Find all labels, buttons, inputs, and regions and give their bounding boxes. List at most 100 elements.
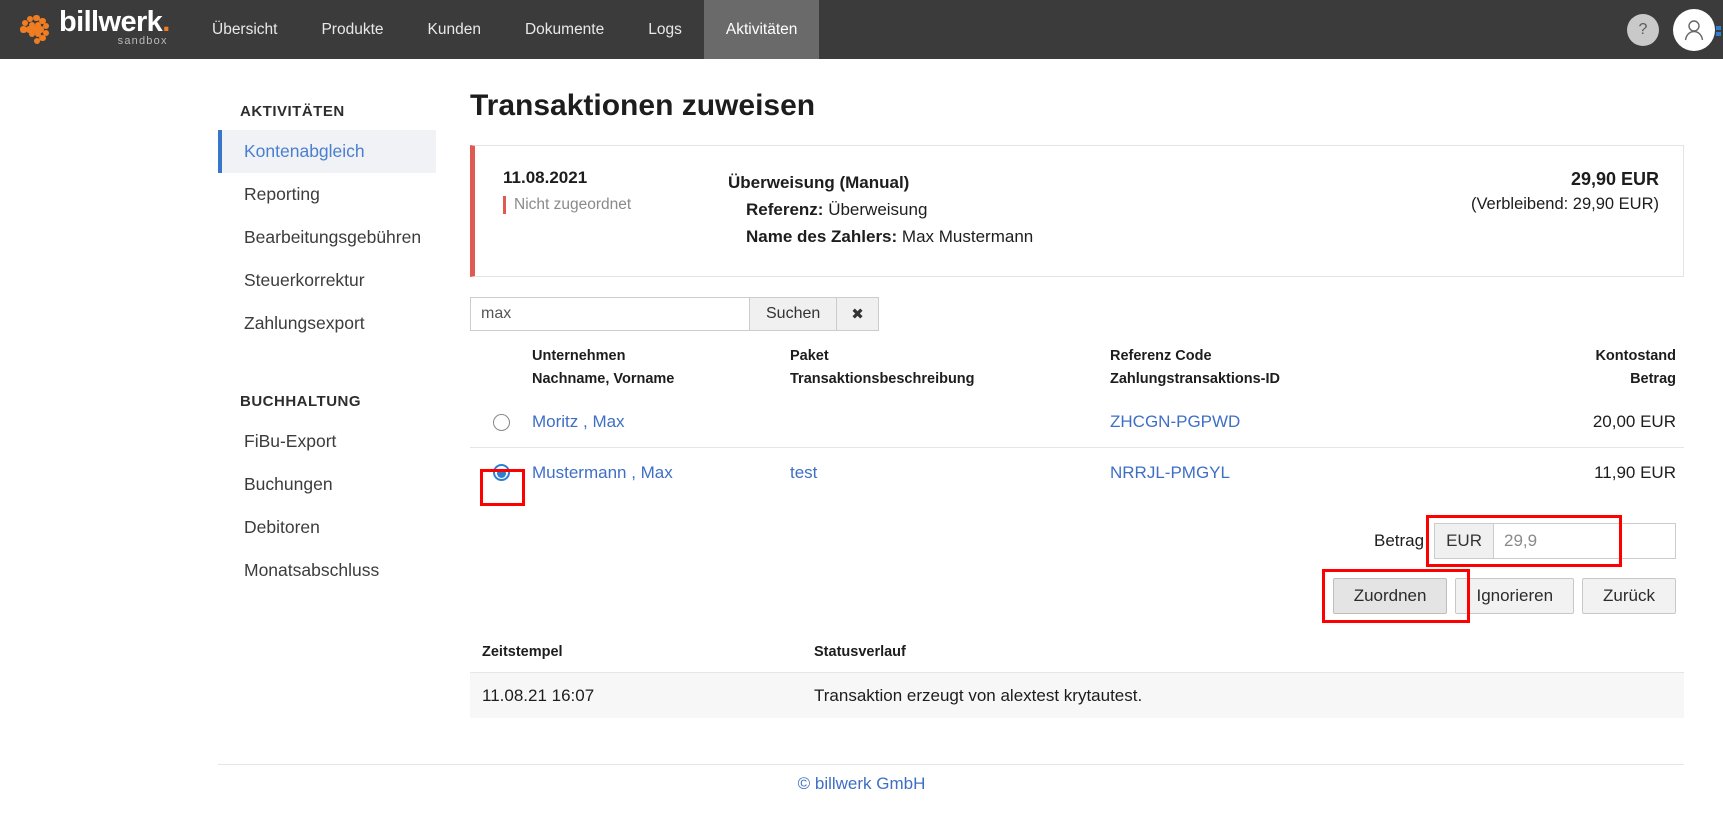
amount-label: Betrag <box>1374 531 1425 550</box>
table-row[interactable]: Mustermann , Max test NRRJL-PMGYL 11,90 … <box>470 447 1684 506</box>
page-body: AKTIVITÄTEN Kontenabgleich Reporting Bea… <box>0 59 1723 822</box>
nav-item-uebersicht[interactable]: Übersicht <box>190 0 299 59</box>
sidebar-item-fibu-export[interactable]: FiBu-Export <box>218 420 436 463</box>
nav-item-logs[interactable]: Logs <box>626 0 704 59</box>
sidebar-item-reporting[interactable]: Reporting <box>218 173 436 216</box>
nav-item-produkte[interactable]: Produkte <box>299 0 405 59</box>
transaction-reference-label: Referenz: <box>746 200 824 219</box>
reference-code-link[interactable]: NRRJL-PMGYL <box>1110 463 1230 482</box>
row-amount-cell: 11,90 EUR <box>1465 463 1684 483</box>
header-reference-column: Referenz Code Zahlungstransaktions-ID <box>1110 345 1465 391</box>
header-company: Unternehmen <box>532 348 626 364</box>
table-row[interactable]: Moritz , Max ZHCGN-PGPWD 20,00 EUR <box>470 397 1684 447</box>
back-button[interactable]: Zurück <box>1582 578 1676 614</box>
nav-right-controls: ? <box>1627 0 1723 59</box>
sidebar-item-monatsabschluss[interactable]: Monatsabschluss <box>218 549 436 592</box>
transaction-details-block: Überweisung (Manual) Referenz: Überweisu… <box>728 168 1471 252</box>
header-amount: Betrag <box>1630 371 1676 387</box>
row-select-cell <box>470 413 532 431</box>
amount-input-row: Betrag EUR <box>470 515 1684 567</box>
transaction-payer-label: Name des Zahlers: <box>746 227 898 246</box>
history-row: 11.08.21 16:07 Transaktion erzeugt von a… <box>470 672 1684 718</box>
transaction-amount-block: 29,90 EUR (Verbleibend: 29,90 EUR) <box>1471 168 1659 252</box>
row-refcode-cell: ZHCGN-PGPWD <box>1110 412 1465 432</box>
action-buttons: Zuordnen Ignorieren Zurück <box>470 569 1684 623</box>
top-navigation-bar: billwerk. sandbox Übersicht Produkte Kun… <box>0 0 1723 59</box>
clear-search-icon[interactable]: ✖ <box>837 297 879 331</box>
footer: © billwerk GmbH <box>0 774 1723 794</box>
main-content: Transaktionen zuweisen 11.08.2021 Nicht … <box>470 59 1684 718</box>
row-refcode-cell: NRRJL-PMGYL <box>1110 463 1465 483</box>
row-amount-cell: 20,00 EUR <box>1465 412 1684 432</box>
ignore-button[interactable]: Ignorieren <box>1455 578 1575 614</box>
search-input[interactable] <box>470 297 750 331</box>
header-payment-tx-id: Zahlungstransaktions-ID <box>1110 371 1280 387</box>
sidebar-item-kontenabgleich[interactable]: Kontenabgleich <box>218 130 436 173</box>
results-table-header: Unternehmen Nachname, Vorname Paket Tran… <box>470 345 1684 397</box>
search-button[interactable]: Suchen <box>750 297 838 331</box>
search-bar: Suchen ✖ <box>470 297 1684 331</box>
sidebar-item-buchungen[interactable]: Buchungen <box>218 463 436 506</box>
row-name-cell: Mustermann , Max <box>532 463 790 483</box>
row-name-cell: Moritz , Max <box>532 412 790 432</box>
nav-item-aktivitaeten[interactable]: Aktivitäten <box>703 0 820 59</box>
transaction-status-badge: Nicht zugeordnet <box>503 196 631 214</box>
transaction-date: 11.08.2021 <box>503 168 588 187</box>
transaction-type: Überweisung (Manual) <box>728 173 910 192</box>
header-balance: Kontostand <box>1595 348 1676 364</box>
customer-link[interactable]: Mustermann , Max <box>532 463 673 482</box>
header-select-column <box>470 345 532 391</box>
main-nav-links: Übersicht Produkte Kunden Dokumente Logs… <box>190 0 820 59</box>
row-radio-moritz[interactable] <box>492 413 510 431</box>
billwerk-dots-icon <box>18 13 52 47</box>
page-title: Transaktionen zuweisen <box>470 89 816 122</box>
assign-button[interactable]: Zuordnen <box>1332 578 1448 614</box>
transaction-reference-value: Überweisung <box>828 200 928 219</box>
package-link[interactable]: test <box>790 463 817 482</box>
brand-logo[interactable]: billwerk. sandbox <box>0 0 190 59</box>
header-name: Nachname, Vorname <box>532 371 675 387</box>
sidebar-group-title-buchhaltung: BUCHHALTUNG <box>240 393 362 410</box>
row-package-cell: test <box>790 463 1110 483</box>
customer-link[interactable]: Moritz , Max <box>532 412 625 431</box>
amount-input[interactable] <box>1493 523 1676 559</box>
currency-addon: EUR <box>1434 523 1493 559</box>
results-table: Unternehmen Nachname, Vorname Paket Tran… <box>470 345 1684 506</box>
nav-item-kunden[interactable]: Kunden <box>406 0 503 59</box>
sidebar-item-debitoren[interactable]: Debitoren <box>218 506 436 549</box>
transaction-date-block: 11.08.2021 Nicht zugeordnet <box>503 168 728 252</box>
transaction-amount: 29,90 EUR <box>1570 169 1659 189</box>
header-amount-column: Kontostand Betrag <box>1465 345 1684 391</box>
sidebar-item-bearbeitungsgebuehren[interactable]: Bearbeitungsgebühren <box>218 216 436 259</box>
history-timestamp: 11.08.21 16:07 <box>482 685 595 705</box>
row-select-cell <box>470 464 532 506</box>
footer-copyright-link[interactable]: © billwerk GmbH <box>798 774 926 793</box>
sidebar-group-title-aktivitaeten: AKTIVITÄTEN <box>240 103 345 120</box>
help-icon[interactable]: ? <box>1627 13 1659 46</box>
sidebar-item-zahlungsexport[interactable]: Zahlungsexport <box>218 302 436 345</box>
row-amount: 20,00 EUR <box>1592 412 1676 431</box>
transaction-payer-value: Max Mustermann <box>901 227 1034 246</box>
status-history-table: Zeitstempel Statusverlauf 11.08.21 16:07… <box>470 644 1684 718</box>
header-package-description: Paket Transaktionsbeschreibung <box>790 345 1110 391</box>
reference-code-link[interactable]: ZHCGN-PGPWD <box>1110 412 1240 431</box>
edge-indicator-icon <box>1715 26 1721 40</box>
history-header-status: Statusverlauf <box>814 644 906 660</box>
history-status-text: Transaktion erzeugt von alextest krytaut… <box>814 685 1143 705</box>
transaction-remaining-amount: (Verbleibend: 29,90 EUR) <box>1470 195 1659 213</box>
avatar[interactable] <box>1673 8 1715 51</box>
transaction-reference-line: Referenz: Überweisung <box>728 196 1471 223</box>
history-header-row: Zeitstempel Statusverlauf <box>470 644 1684 672</box>
sidebar-item-steuerkorrektur[interactable]: Steuerkorrektur <box>218 259 436 302</box>
footer-divider <box>218 764 1684 765</box>
row-radio-mustermann[interactable] <box>492 464 510 481</box>
transaction-payer-line: Name des Zahlers: Max Mustermann <box>728 223 1471 250</box>
header-package: Paket <box>790 348 829 364</box>
nav-item-dokumente[interactable]: Dokumente <box>503 0 626 59</box>
header-company-name: Unternehmen Nachname, Vorname <box>532 345 790 391</box>
brand-dot: . <box>162 6 170 38</box>
brand-wordmark: billwerk. sandbox <box>59 6 170 48</box>
transaction-summary-card: 11.08.2021 Nicht zugeordnet Überweisung … <box>470 145 1684 277</box>
history-header-timestamp: Zeitstempel <box>482 644 563 660</box>
user-silhouette-icon <box>1684 19 1704 40</box>
